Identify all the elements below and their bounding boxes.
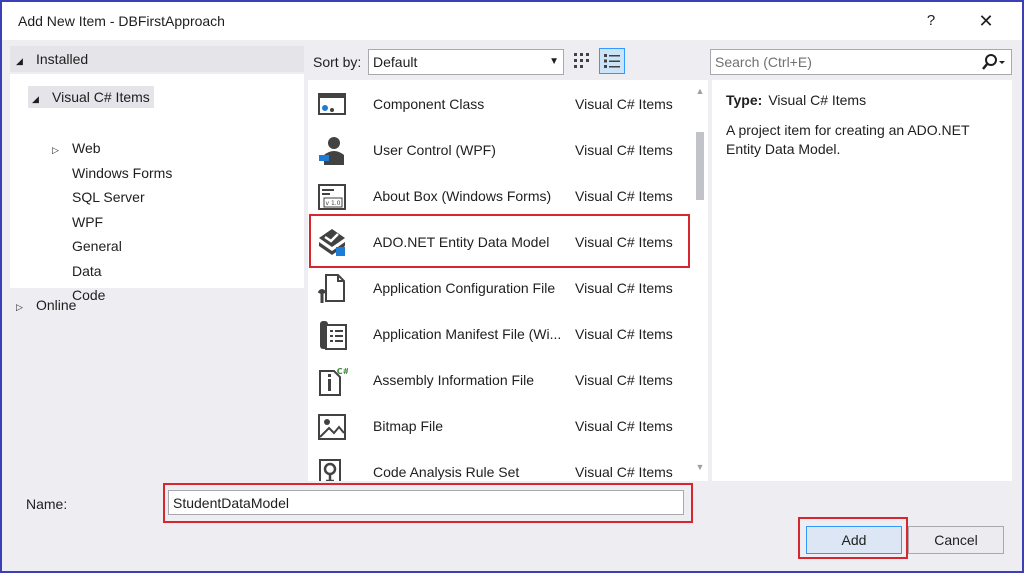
svg-text:C#: C# [337,367,348,376]
tree-online-header[interactable]: ▷ Online [10,292,304,318]
template-row-about-box[interactable]: v 1.0 About Box (Windows Forms) Visual C… [308,174,690,220]
title-bar: Add New Item - DBFirstApproach ? ✕ [2,2,1022,40]
template-name: Application Configuration File [373,280,556,296]
template-category: Visual C# Items [575,372,673,388]
chevron-down-icon: ▼ [549,56,559,67]
sort-by-label: Sort by: [313,54,362,70]
search-box [710,49,1012,75]
template-category: Visual C# Items [575,464,673,480]
template-row-assembly-info[interactable]: C# Assembly Information File Visual C# I… [308,358,690,404]
tree-item-windows-forms[interactable]: Windows Forms [72,162,172,184]
entity-data-model-icon [319,229,345,256]
tree-item-label: Web [72,140,101,156]
tree-item-sql-server[interactable]: SQL Server [72,186,145,208]
tree-item-data[interactable]: Data [72,260,102,282]
grid-view-icon [574,53,589,68]
template-category: Visual C# Items [575,142,673,158]
tree-online-label: Online [36,297,77,313]
template-list-scrollbar[interactable]: ▲ ▼ [692,80,708,481]
component-class-icon [318,93,346,115]
template-name: Application Manifest File (Wi... [373,326,562,342]
details-panel: Type: Visual C# Items A project item for … [712,80,1012,481]
template-name: About Box (Windows Forms) [373,188,552,204]
search-input[interactable] [715,52,965,72]
type-value: Visual C# Items [768,92,867,108]
expanded-arrow-icon: ◢ [32,94,39,104]
config-file-icon [317,274,345,303]
sort-by-dropdown[interactable]: Default ▼ [368,49,564,75]
tree-item-general[interactable]: General [72,235,122,257]
assembly-info-icon: C# [319,367,348,396]
template-row-manifest-file[interactable]: Application Manifest File (Wi... Visual … [308,312,690,358]
template-tree: ◢ Installed ◢ Visual C# Items ▷ Web Windows… [10,46,304,476]
user-control-icon [319,137,344,165]
scroll-up-arrow-icon[interactable]: ▲ [692,86,708,102]
svg-text:v 1.0: v 1.0 [326,200,341,207]
tree-item-web[interactable]: ▷ Web [52,137,101,159]
template-category: Visual C# Items [575,234,673,250]
cancel-button[interactable]: Cancel [908,526,1004,554]
template-row-rule-set[interactable]: Code Analysis Rule Set Visual C# Items [308,450,690,481]
name-label: Name: [26,496,68,512]
template-row-user-control[interactable]: User Control (WPF) Visual C# Items [308,128,690,174]
template-name: ADO.NET Entity Data Model [373,234,550,250]
template-list: Component Class Visual C# Items User Con… [308,80,708,481]
template-category: Visual C# Items [575,188,673,204]
installed-tree-body: ◢ Visual C# Items ▷ Web Windows Forms SQL … [10,74,304,303]
template-name: Assembly Information File [373,372,535,388]
template-category: Visual C# Items [575,326,673,342]
expanded-arrow-icon: ◢ [16,56,23,66]
search-icon [982,54,1005,70]
type-label: Type: [726,92,763,108]
item-description: A project item for creating an ADO.NET E… [726,122,970,157]
name-input[interactable] [168,490,684,515]
template-name: User Control (WPF) [373,142,496,158]
template-row-entity-data-model[interactable]: ADO.NET Entity Data Model Visual C# Item… [308,220,690,266]
template-name: Code Analysis Rule Set [373,464,520,480]
template-row-bitmap-file[interactable]: Bitmap File Visual C# Items [308,404,690,450]
window-title: Add New Item - DBFirstApproach [18,13,225,29]
scroll-down-arrow-icon[interactable]: ▼ [692,462,708,478]
list-view-button[interactable] [599,48,625,74]
sort-by-value: Default [373,54,418,70]
tree-installed-label: Installed [36,51,89,67]
template-row-config-file[interactable]: Application Configuration File Visual C#… [308,266,690,312]
type-line: Type: Visual C# Items [726,92,866,108]
manifest-file-icon [320,321,347,350]
tree-item-wpf[interactable]: WPF [72,211,103,233]
search-button[interactable] [979,53,1007,73]
template-category: Visual C# Items [575,280,673,296]
template-category: Visual C# Items [575,418,673,434]
template-category: Visual C# Items [575,96,673,112]
list-view-icon [604,54,620,68]
template-name: Bitmap File [373,418,444,434]
template-name: Component Class [373,96,485,112]
about-box-icon: v 1.0 [318,184,346,210]
close-button[interactable]: ✕ [968,8,1004,34]
collapsed-arrow-icon: ▷ [16,302,23,312]
tree-item-visual-csharp[interactable]: ◢ Visual C# Items [28,86,154,108]
help-button[interactable]: ? [916,8,946,34]
rule-set-icon [319,459,341,481]
add-button[interactable]: Add [806,526,902,554]
tree-installed-header[interactable]: ◢ Installed [10,46,304,72]
small-icons-view-button[interactable] [571,50,593,72]
collapsed-arrow-icon: ▷ [52,145,59,155]
tree-item-label: Visual C# Items [52,89,150,105]
bitmap-file-icon [318,414,346,440]
add-new-item-dialog: Add New Item - DBFirstApproach ? ✕ ◢ Inst… [0,0,1024,573]
template-row-component-class[interactable]: Component Class Visual C# Items [308,82,690,128]
scroll-thumb[interactable] [696,132,704,200]
